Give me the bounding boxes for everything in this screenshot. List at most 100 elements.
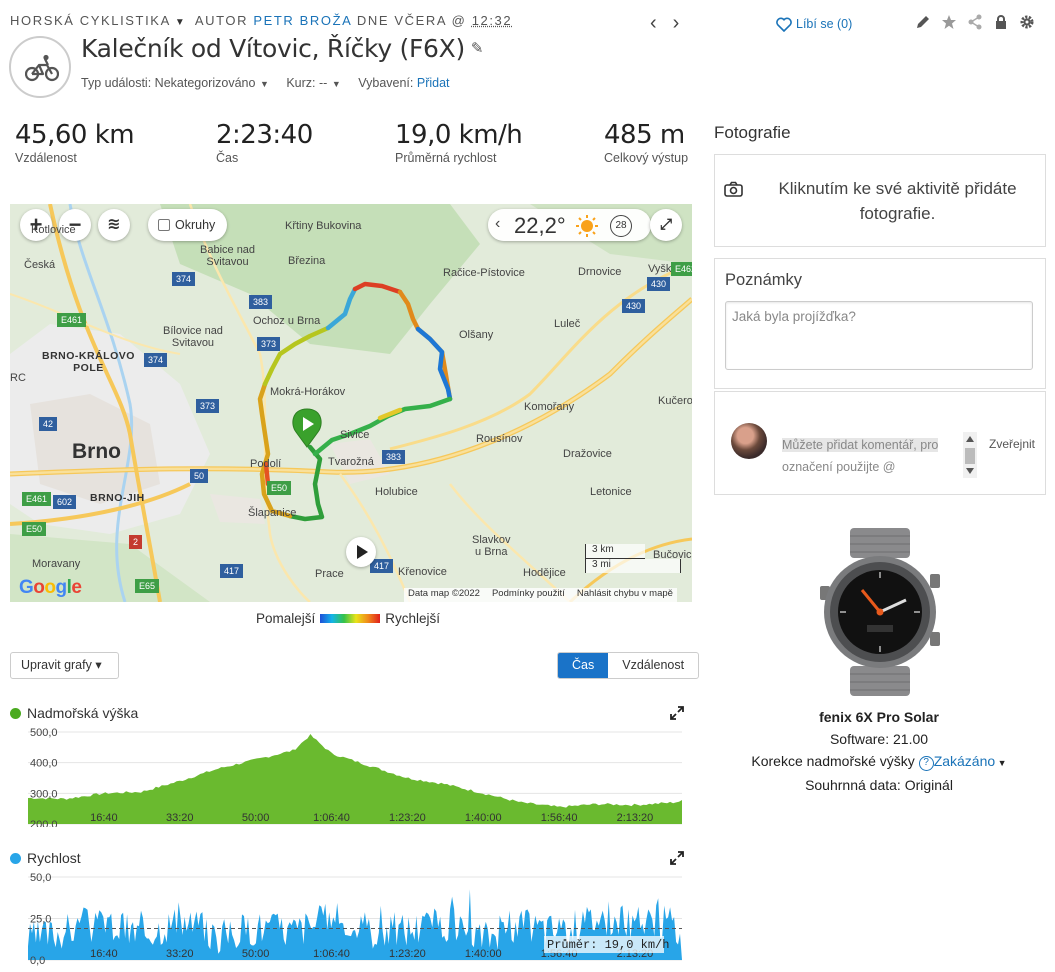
city-district-label: BRNO-KRÁLOVO POLE	[42, 350, 135, 374]
road-number-badge: 374	[172, 272, 196, 286]
lock-icon[interactable]	[993, 14, 1009, 30]
x-tick-label: 1:40:00	[465, 948, 502, 960]
map-data-copyright: Data map ©2022	[408, 588, 480, 599]
gear-label: Vybavení:	[358, 76, 414, 90]
x-tick-label: 33:20	[166, 948, 194, 960]
report-error-link[interactable]: Nahlásit chybu v mapě	[577, 588, 673, 599]
comment-input[interactable]: Můžete přidat komentář, pro označení pou…	[776, 430, 979, 479]
stat-label: Celkový výstup	[604, 151, 689, 165]
edit-icon[interactable]	[915, 14, 931, 30]
map-place-label: Drnovice	[578, 266, 622, 278]
settings-gear-icon[interactable]	[1019, 14, 1035, 30]
city-label: Brno	[72, 440, 121, 463]
event-type-selector[interactable]: Typ události: Nekategorizováno ▼	[81, 76, 269, 90]
map-place-label: Hodějice	[523, 567, 566, 579]
route-map[interactable]: + − ≋ Okruhy ‹ 22,2° 28 ⤢ Kotlovice Babic…	[10, 204, 692, 602]
elevation-correction-row: Korekce nadmořské výšky ? Zakázáno ▼	[714, 750, 1044, 774]
help-icon[interactable]: ?	[918, 756, 934, 771]
x-axis-toggle: Čas Vzdálenost	[557, 652, 700, 679]
stat-value: 2:23:40	[216, 120, 313, 150]
speed-chart[interactable]: 50,0 25,0 0,0 16:40 33:20 50:00 1:06:40 1:23:20…	[10, 866, 685, 966]
elevation-title-text: Nadmořská výška	[27, 705, 139, 721]
x-tick-label: 50:00	[242, 948, 270, 960]
speed-chart-title: Rychlost	[10, 850, 81, 866]
road-number-badge: E461	[22, 492, 52, 506]
stat-time: 2:23:40 Čas	[216, 120, 313, 165]
laps-toggle[interactable]: Okruhy	[148, 209, 228, 241]
laps-checkbox[interactable]	[158, 219, 170, 231]
map-place-label: Bílovice nad Svitavou	[163, 325, 223, 349]
wind-speed: 28	[610, 215, 632, 237]
map-place-label: Šlapanice	[248, 507, 297, 519]
chevron-down-icon: ▼	[329, 79, 341, 89]
expand-icon: ⤢	[659, 216, 672, 233]
post-comment-button[interactable]: Zveřejnit	[989, 437, 1035, 451]
star-icon[interactable]	[941, 14, 957, 30]
speed-legend: Pomalejší Rychlejší	[256, 611, 440, 626]
time-axis-button[interactable]: Čas	[558, 653, 609, 678]
author-link[interactable]: PETR BROŽA	[253, 13, 351, 28]
share-icon[interactable]	[967, 14, 983, 30]
activity-toolbar	[915, 14, 1045, 35]
x-tick-label: 2:13:20	[617, 812, 654, 824]
event-type-label: Typ události:	[81, 76, 152, 90]
play-route-button[interactable]	[346, 537, 376, 567]
y-tick-label: 200,0	[30, 819, 58, 827]
map-place-label: Kotlovice	[31, 224, 76, 236]
elevation-chart-title: Nadmořská výška	[10, 705, 138, 721]
distance-axis-button[interactable]: Vzdálenost	[608, 653, 698, 678]
layers-button[interactable]: ≋	[98, 209, 130, 241]
x-tick-label: 16:40	[90, 948, 118, 960]
chevron-left-icon[interactable]: ‹	[495, 215, 500, 233]
laps-label: Okruhy	[175, 218, 216, 232]
add-gear-link[interactable]: Přidat	[417, 76, 450, 90]
previous-activity-icon[interactable]: ‹	[650, 12, 657, 34]
terms-link[interactable]: Podmínky použití	[492, 588, 565, 599]
activity-type-dropdown-icon[interactable]: ▼	[175, 17, 187, 28]
map-place-label: Křenovice	[398, 566, 447, 578]
course-selector[interactable]: Kurz: -- ▼	[286, 76, 340, 90]
speed-legend-dot	[10, 853, 21, 864]
activity-type[interactable]: HORSKÁ CYKLISTIKA	[10, 13, 171, 28]
elevation-chart[interactable]: 500,0 400,0 300,0 200,0 16:40 33:20 50:00 1:06:…	[10, 722, 685, 827]
y-tick-label: 500,0	[30, 727, 58, 739]
map-place-label: Rousínov	[476, 433, 523, 445]
activity-time: 12:32	[471, 13, 513, 28]
speed-gradient	[320, 614, 381, 623]
map-place-label: Březina	[288, 255, 326, 267]
like-button[interactable]: Líbí se (0)	[776, 17, 852, 33]
legend-fast: Rychlejší	[385, 611, 441, 626]
svg-text:Průměr: 19,0 km/h: Průměr: 19,0 km/h	[547, 938, 669, 952]
comment-scrollbar[interactable]	[963, 432, 977, 478]
y-tick-label: 300,0	[30, 788, 58, 800]
weather-widget[interactable]: ‹ 22,2° 28	[488, 209, 651, 241]
average-label: Průměr: 19,0 km/h	[544, 936, 669, 953]
expand-icon[interactable]	[670, 851, 684, 865]
stat-value: 19,0 km/h	[395, 120, 523, 150]
map-scale: 3 km 3 mi	[585, 544, 681, 573]
road-number-badge: 383	[382, 450, 406, 464]
stat-label: Čas	[216, 151, 239, 165]
road-number-badge: E461	[57, 313, 87, 327]
layers-icon: ≋	[107, 216, 121, 233]
edit-title-pencil-icon[interactable]: ✎	[471, 39, 484, 57]
road-number-badge: 417	[220, 564, 244, 578]
map-place-label: Moravany	[32, 558, 81, 570]
next-activity-icon[interactable]: ›	[673, 12, 680, 34]
elevation-correction-value[interactable]: Zakázáno	[934, 753, 995, 769]
x-tick-label: 1:06:40	[313, 948, 350, 960]
user-avatar	[731, 423, 767, 459]
notes-textarea[interactable]: Jaká byla projížďka?	[725, 301, 1033, 370]
map-place-label: Slavkov u Brna	[472, 534, 511, 558]
road-number-badge: 42	[39, 417, 58, 431]
speed-title-text: Rychlost	[27, 850, 81, 866]
chevron-down-icon[interactable]: ▼	[995, 758, 1007, 768]
stat-elevation-gain: 485 m Celkový výstup	[604, 120, 688, 165]
edit-charts-button[interactable]: Upravit grafy ▾	[10, 652, 119, 679]
add-photos-prompt[interactable]: Kliknutím ke své aktivitě přidáte fotogr…	[765, 176, 1030, 226]
fullscreen-button[interactable]: ⤢	[650, 209, 682, 241]
map-place-label: Komořany	[524, 401, 575, 413]
expand-icon[interactable]	[670, 706, 684, 720]
map-place-label: Letonice	[590, 486, 632, 498]
map-place-label: Dražovice	[563, 448, 612, 460]
